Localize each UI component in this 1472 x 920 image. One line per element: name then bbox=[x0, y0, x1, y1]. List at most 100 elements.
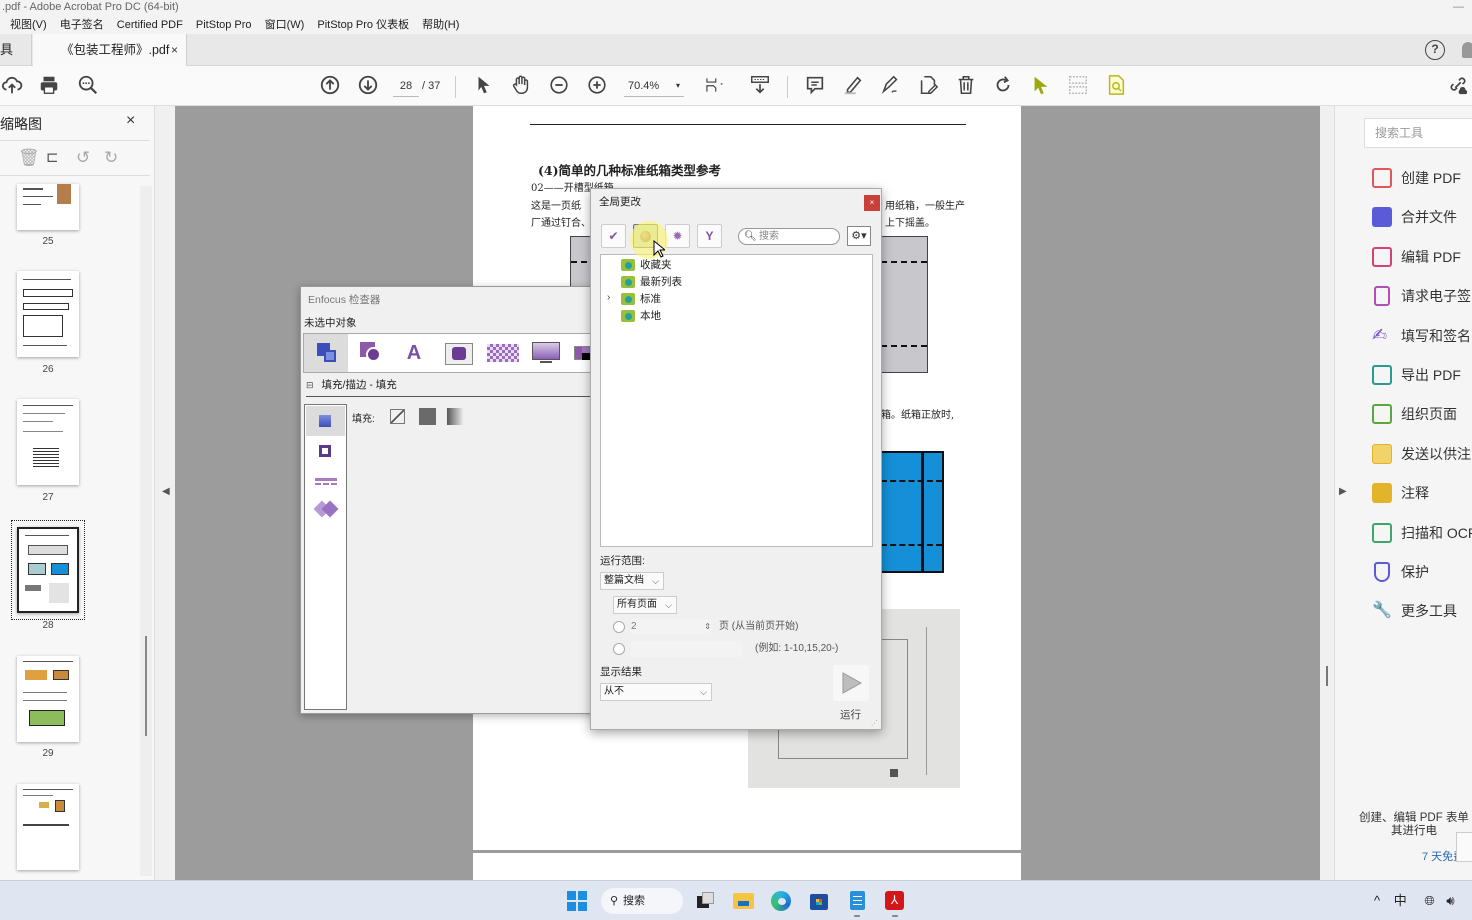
collapse-right-panel-icon[interactable]: ▶ bbox=[1339, 486, 1347, 497]
thumbnail-page-27[interactable] bbox=[17, 399, 79, 485]
insert-page-icon[interactable]: ⊏ bbox=[46, 148, 59, 166]
fill-label: 填充: bbox=[352, 414, 375, 425]
spinner-icon[interactable]: ⇕ bbox=[704, 619, 711, 635]
gradient-fill-icon[interactable] bbox=[447, 408, 464, 425]
volume-icon[interactable]: 🔊︎ bbox=[1446, 893, 1454, 908]
notification-bell-icon[interactable] bbox=[1462, 42, 1472, 58]
inspect-icon[interactable] bbox=[1104, 74, 1128, 98]
solid-fill-icon[interactable] bbox=[419, 408, 436, 425]
sign-icon[interactable] bbox=[878, 74, 902, 98]
transparency-icon[interactable] bbox=[480, 334, 524, 372]
object-icon[interactable] bbox=[304, 334, 348, 372]
tool-search-input[interactable]: 搜索工具 bbox=[1364, 118, 1472, 148]
text-icon[interactable]: A bbox=[392, 334, 436, 372]
page-number-input[interactable]: 28 bbox=[393, 77, 419, 97]
network-icon[interactable]: 🌐︎ bbox=[1424, 893, 1434, 908]
page-range-radio[interactable] bbox=[613, 643, 625, 655]
task-view-icon[interactable] bbox=[695, 891, 717, 911]
run-button[interactable] bbox=[833, 665, 869, 701]
resize-grip-icon[interactable]: ⋰ bbox=[871, 719, 878, 727]
ime-indicator[interactable]: 中 bbox=[1394, 893, 1407, 908]
menu-certified-pdf[interactable]: Certified PDF bbox=[117, 19, 183, 31]
no-fill-icon[interactable] bbox=[390, 409, 405, 424]
find-icon[interactable] bbox=[76, 74, 100, 98]
thumbnails-scrollbar-thumb[interactable] bbox=[145, 636, 147, 736]
thumbnail-page-26[interactable] bbox=[17, 271, 79, 357]
thumbnail-page-30[interactable] bbox=[17, 784, 79, 870]
zoom-out-icon[interactable] bbox=[547, 74, 571, 98]
close-button[interactable]: × bbox=[864, 195, 880, 211]
tab-document[interactable]: 《包装工程师》.pdf × bbox=[33, 34, 187, 66]
close-panel-button[interactable]: × bbox=[126, 112, 135, 130]
share-link-icon[interactable] bbox=[1446, 74, 1470, 98]
zoom-level-dropdown[interactable]: 70.4% ▾ bbox=[624, 77, 684, 97]
show-hidden-icons-chevron[interactable]: ^ bbox=[1374, 893, 1380, 908]
comment-icon bbox=[1372, 483, 1392, 503]
page-up-icon[interactable] bbox=[318, 74, 342, 98]
fit-page-icon[interactable] bbox=[700, 74, 730, 98]
show-result-dropdown[interactable]: 从不 ⌵ bbox=[600, 683, 712, 701]
menu-window[interactable]: 窗口(W) bbox=[265, 19, 305, 31]
branch-icon[interactable]: Y bbox=[697, 224, 722, 248]
comment-icon[interactable] bbox=[803, 74, 827, 98]
delete-page-icon[interactable]: 🗑 bbox=[18, 148, 40, 168]
options-gear-dropdown[interactable]: ⚙▾ bbox=[847, 226, 871, 246]
taskbar-search[interactable]: ⚲ 搜索 bbox=[601, 888, 683, 914]
more-tools-icon: 🔧 bbox=[1372, 602, 1392, 619]
rotate-icon[interactable] bbox=[991, 74, 1015, 98]
rotate-cw-icon[interactable]: ↻ bbox=[104, 148, 118, 168]
menu-pitstop-pro[interactable]: PitStop Pro bbox=[196, 19, 252, 31]
shape-icon[interactable] bbox=[348, 334, 392, 372]
microsoft-store-icon[interactable] bbox=[809, 891, 831, 911]
fill-tab[interactable] bbox=[306, 406, 345, 436]
menu-esign[interactable]: 电子签名 bbox=[60, 19, 104, 31]
print-icon[interactable] bbox=[37, 74, 61, 98]
help-icon[interactable]: ? bbox=[1425, 40, 1445, 60]
notepad-icon[interactable] bbox=[847, 891, 869, 917]
pitstop-select-icon[interactable] bbox=[1029, 74, 1053, 98]
line-style-icon[interactable] bbox=[315, 478, 337, 481]
menu-pitstop-dashboard[interactable]: PitStop Pro 仪表板 bbox=[317, 19, 409, 31]
page-range-input[interactable] bbox=[631, 641, 743, 657]
zoom-in-icon[interactable] bbox=[585, 74, 609, 98]
gear-settings-icon[interactable]: ✹ bbox=[665, 224, 690, 248]
checkmark-icon[interactable]: ✔ bbox=[601, 224, 626, 248]
thumbnails-scrollbar[interactable] bbox=[140, 186, 152, 876]
page-count-radio[interactable] bbox=[613, 621, 625, 633]
menu-help[interactable]: 帮助(H) bbox=[422, 19, 459, 31]
page-count-input[interactable]: 2 ⇕ bbox=[631, 619, 711, 635]
tab-close-button[interactable]: × bbox=[171, 34, 178, 66]
tab-tools[interactable]: 具 bbox=[0, 34, 32, 66]
windows-start-icon[interactable] bbox=[567, 891, 589, 911]
image-icon[interactable] bbox=[436, 334, 480, 372]
fill-stroke-section[interactable]: ⊟ 填充/描边 - 填充 bbox=[306, 377, 596, 397]
edit-page-icon[interactable] bbox=[916, 74, 940, 98]
search-input[interactable]: 🔍︎ 搜索 bbox=[738, 228, 840, 245]
file-explorer-icon[interactable] bbox=[733, 891, 755, 911]
acrobat-taskbar-icon[interactable]: ⅄ bbox=[884, 891, 906, 917]
thumbnail-page-25[interactable] bbox=[17, 184, 79, 230]
scope-dropdown[interactable]: 整篇文档 ⌵ bbox=[600, 572, 664, 590]
page-down-icon[interactable] bbox=[356, 74, 380, 98]
select-arrow-icon[interactable] bbox=[472, 74, 496, 98]
expand-chevron-icon[interactable]: › bbox=[607, 292, 610, 303]
thumbnail-page-29[interactable] bbox=[17, 656, 79, 742]
cloud-upload-icon[interactable] bbox=[0, 74, 24, 98]
rotate-ccw-icon[interactable]: ↺ bbox=[76, 148, 90, 168]
collapse-left-panel-icon[interactable]: ◀ bbox=[162, 486, 170, 497]
edge-browser-icon[interactable] bbox=[771, 891, 793, 911]
collapse-section-icon[interactable]: ⊟ bbox=[306, 380, 314, 390]
delete-icon[interactable] bbox=[954, 74, 978, 98]
scroll-mode-icon[interactable] bbox=[748, 74, 772, 98]
stroke-icon[interactable] bbox=[319, 445, 331, 457]
menu-view[interactable]: 视图(V) bbox=[10, 19, 47, 31]
split-icon[interactable] bbox=[1066, 74, 1090, 98]
display-icon[interactable] bbox=[524, 334, 568, 372]
hand-icon[interactable] bbox=[509, 74, 533, 98]
minimize-button[interactable]: — bbox=[1453, 0, 1464, 14]
thumbnail-page-28[interactable] bbox=[17, 527, 79, 613]
document-scrollbar[interactable] bbox=[1320, 106, 1334, 880]
combine-files-icon bbox=[1372, 207, 1392, 227]
highlight-icon[interactable] bbox=[841, 74, 865, 98]
pages-dropdown[interactable]: 所有页面 ⌵ bbox=[613, 596, 677, 614]
